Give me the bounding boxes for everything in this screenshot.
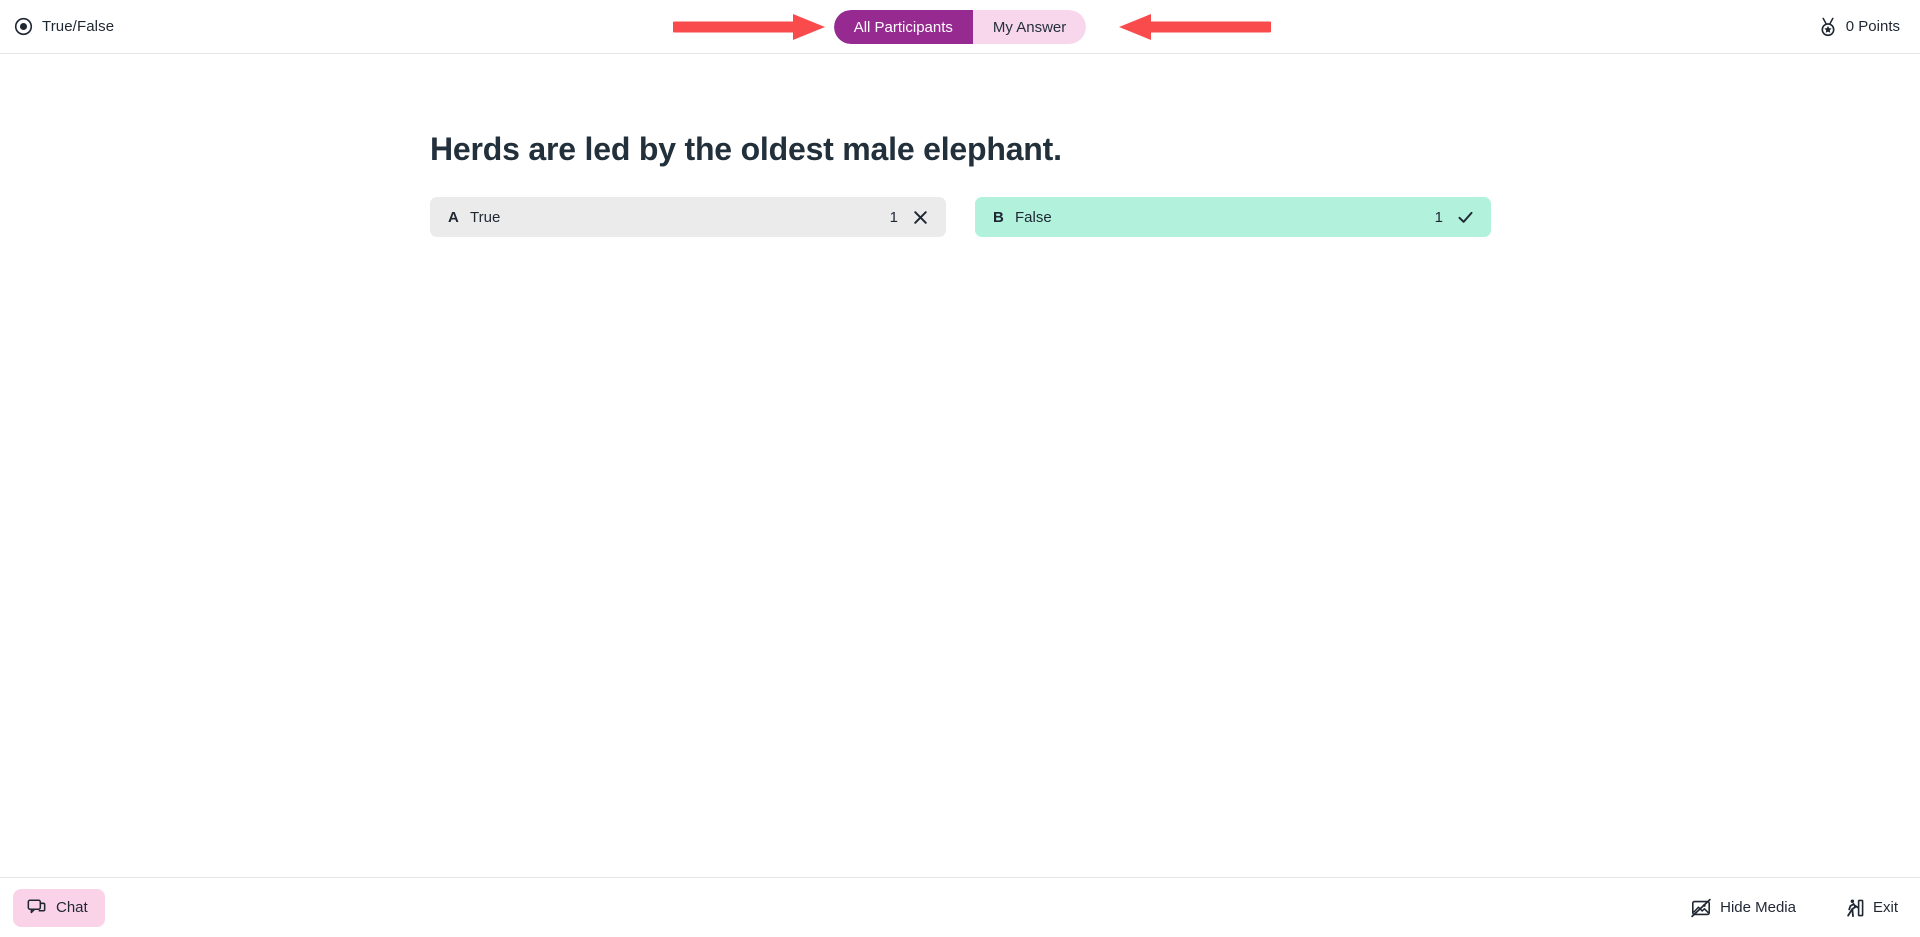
main-content-area: Herds are led by the oldest male elephan… (0, 54, 1920, 877)
answer-options-list: A True 1 B False 1 (430, 197, 1491, 237)
points-label: 0 Points (1845, 18, 1900, 35)
tab-my-answer[interactable]: My Answer (972, 10, 1087, 44)
exit-button[interactable]: Exit (1844, 898, 1898, 918)
bottom-toolbar: Chat Hide Media Exit (0, 877, 1920, 937)
tab-all-participants[interactable]: All Participants (833, 10, 973, 44)
exit-door-icon (1844, 898, 1864, 918)
option-letter: B (993, 208, 1004, 226)
x-icon (912, 209, 929, 226)
footer-actions: Hide Media Exit (1691, 898, 1920, 918)
top-header-bar: True/False All Participants My Answer 0 … (0, 0, 1920, 54)
chat-bubbles-icon (27, 898, 46, 917)
question-type-indicator: True/False (0, 17, 114, 36)
chat-button[interactable]: Chat (13, 888, 105, 927)
radio-circle-icon (14, 17, 33, 36)
answer-option-a[interactable]: A True 1 (430, 197, 946, 237)
option-text: True (470, 208, 501, 226)
question-title: Herds are led by the oldest male elephan… (430, 131, 1062, 167)
chat-label: Chat (56, 899, 88, 916)
option-response-count: 1 (1434, 208, 1443, 226)
option-response-count: 1 (889, 208, 898, 226)
check-icon (1457, 209, 1474, 226)
option-letter: A (448, 208, 459, 226)
hide-media-button[interactable]: Hide Media (1691, 898, 1796, 918)
option-text: False (1015, 208, 1052, 226)
image-slash-icon (1691, 898, 1711, 918)
quiz-results-screen: True/False All Participants My Answer 0 … (0, 0, 1920, 937)
question-type-label: True/False (42, 18, 115, 35)
medal-icon (1818, 17, 1838, 37)
exit-label: Exit (1872, 899, 1898, 916)
view-toggle-container: All Participants My Answer (0, 0, 1920, 54)
hide-media-label: Hide Media (1720, 899, 1796, 916)
answer-option-b[interactable]: B False 1 (975, 197, 1491, 237)
view-toggle-group: All Participants My Answer (833, 10, 1087, 44)
points-indicator: 0 Points (1818, 17, 1920, 37)
